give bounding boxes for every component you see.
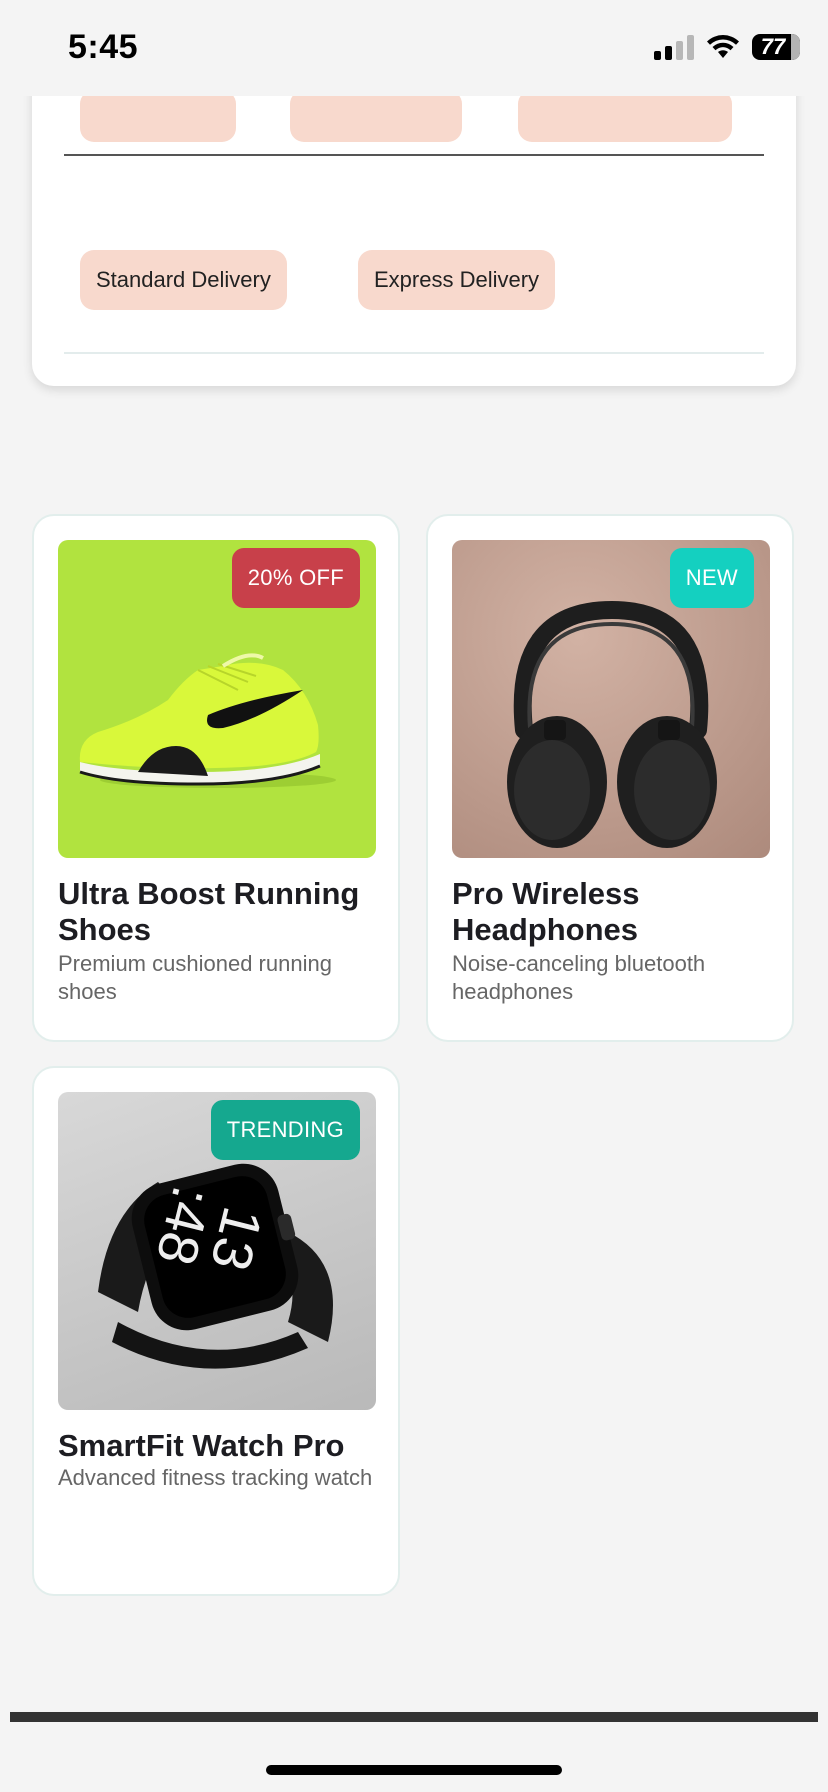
- filter-card: Standard Delivery Express Delivery: [32, 60, 796, 386]
- wifi-icon: [707, 35, 739, 58]
- product-image[interactable]: 13 :48 TRENDING: [58, 1092, 376, 1410]
- battery-level: 77: [760, 34, 786, 59]
- product-image[interactable]: 20% OFF: [58, 540, 376, 858]
- product-description: Advanced fitness tracking watch: [58, 1465, 373, 1490]
- filter-chip[interactable]: [518, 90, 732, 142]
- standard-delivery-chip[interactable]: Standard Delivery: [80, 250, 287, 310]
- status-icons: 77: [654, 34, 800, 60]
- battery-icon: 77: [752, 34, 800, 60]
- product-title: Ultra Boost Running Shoes: [58, 876, 360, 947]
- filter-chip[interactable]: [290, 90, 462, 142]
- product-title: Pro Wireless Headphones: [452, 876, 640, 947]
- product-description: Premium cushioned running shoes: [58, 951, 332, 1004]
- status-time: 5:45: [68, 28, 139, 66]
- product-card[interactable]: 13 :48 TRENDING SmartFit Watch Pro Advan…: [32, 1066, 400, 1596]
- product-image[interactable]: NEW: [452, 540, 770, 858]
- section-divider: [64, 154, 764, 156]
- product-description: Noise-canceling bluetooth headphones: [452, 951, 706, 1004]
- cellular-signal-icon: [654, 34, 694, 60]
- filter-chip[interactable]: [80, 90, 236, 142]
- product-badge: NEW: [669, 548, 754, 608]
- product-card[interactable]: 20% OFF Ultra Boost Running Shoes Premiu…: [32, 514, 400, 1042]
- product-title: SmartFit Watch Pro: [58, 1428, 345, 1463]
- section-divider: [64, 352, 764, 354]
- bottom-toolbar: [10, 1712, 818, 1722]
- express-delivery-chip[interactable]: Express Delivery: [358, 250, 556, 310]
- home-indicator[interactable]: [266, 1765, 562, 1775]
- product-badge: TRENDING: [210, 1100, 360, 1160]
- status-bar: 5:45 77: [0, 0, 828, 96]
- product-card[interactable]: NEW Pro Wireless Headphones Noise-cancel…: [426, 514, 794, 1042]
- product-badge: 20% OFF: [231, 548, 360, 608]
